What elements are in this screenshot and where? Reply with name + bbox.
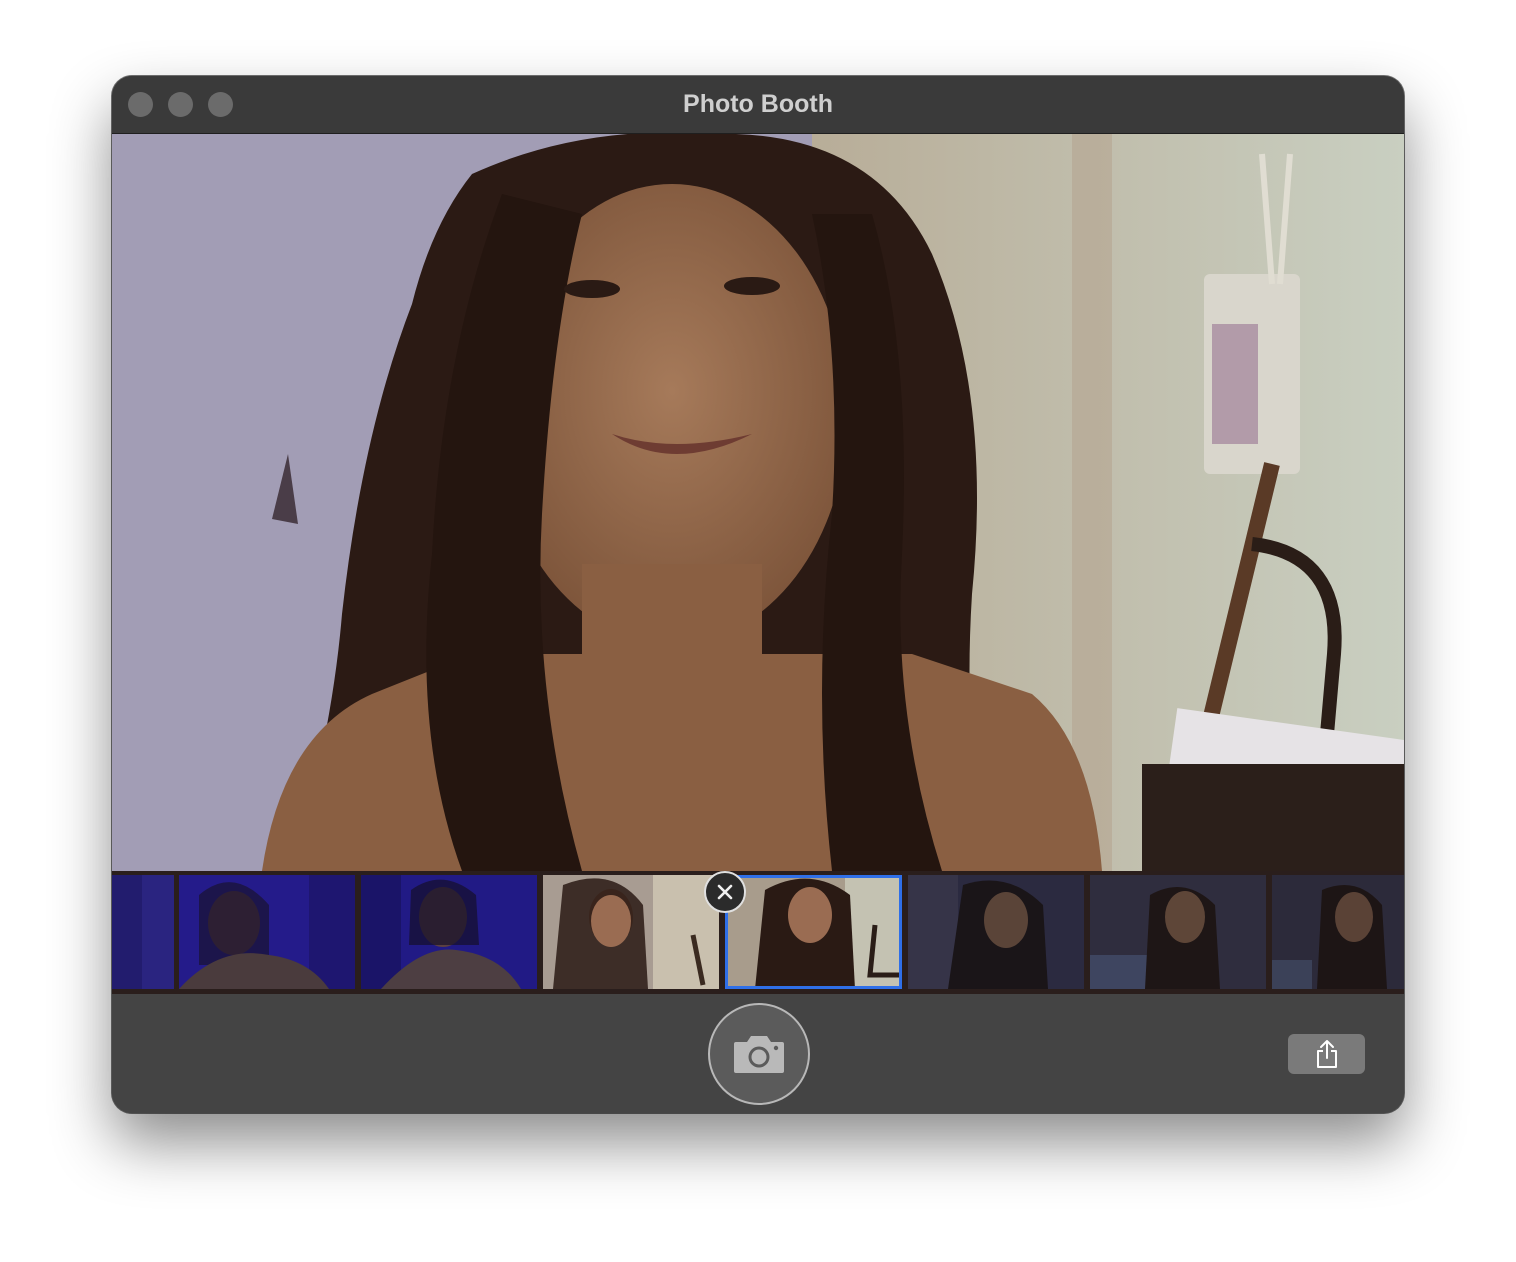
thumbnail-7[interactable] — [1090, 875, 1266, 989]
thumbnail-6[interactable] — [908, 875, 1084, 989]
camera-preview-image — [112, 134, 1404, 871]
thumbnail-8[interactable] — [1272, 875, 1404, 989]
photo-booth-window: Photo Booth — [112, 76, 1404, 1113]
camera-icon — [734, 1036, 784, 1073]
share-button[interactable] — [1288, 1034, 1365, 1074]
close-icon — [717, 884, 733, 900]
title-bar: Photo Booth — [112, 76, 1404, 134]
window-title: Photo Booth — [683, 90, 833, 118]
thumbnail-2[interactable] — [179, 875, 355, 989]
thumbnail-1[interactable] — [112, 875, 174, 989]
delete-photo-button[interactable] — [704, 871, 746, 913]
share-icon — [1316, 1040, 1337, 1068]
bottom-toolbar — [112, 994, 1404, 1113]
thumbnail-5-selected[interactable] — [725, 875, 902, 989]
camera-preview — [112, 134, 1404, 871]
take-photo-button[interactable] — [708, 1003, 810, 1105]
thumbnail-strip[interactable] — [112, 871, 1404, 994]
thumbnail-4[interactable] — [543, 875, 719, 989]
thumbnail-3[interactable] — [361, 875, 537, 989]
